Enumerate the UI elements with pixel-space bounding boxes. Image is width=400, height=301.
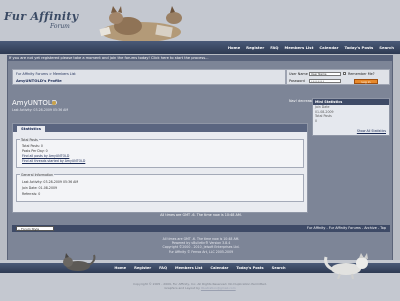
bottom-nav-search[interactable]: Search <box>272 266 286 270</box>
bottom-credit-link[interactable]: Illustration@gmail.com <box>201 286 236 290</box>
tab-statistics[interactable]: Statistics <box>17 125 45 132</box>
profile-last-activity: Last Activity: 03-28-2009 05:36 AM <box>12 108 69 112</box>
site-logo-title[interactable]: Fur Affinity <box>4 10 78 23</box>
profile-username: AmyUNTOLD <box>12 99 58 107</box>
bottom-copyright: Copyright © 2005 - 2009, Fur Affinity, I… <box>0 282 400 290</box>
main-content: Fur Affinity Forums > Members List AmyUN… <box>7 61 393 261</box>
find-all-posts-link[interactable]: Find all posts by AmyUNTOLD <box>22 154 69 158</box>
nav-calendar[interactable]: Calendar <box>319 45 338 50</box>
login-button[interactable]: Log in <box>354 79 378 84</box>
mascot-illustration <box>99 6 182 42</box>
forum-footer-bar: -- Forum Style Fur Affinity - Fur Affini… <box>12 225 390 232</box>
time-note: All times are GMT -6. The time now is 10… <box>160 213 242 217</box>
top-nav-links: Home Register FAQ Members List Calendar … <box>228 41 394 54</box>
bottom-nav-members-list[interactable]: Members List <box>175 266 202 270</box>
general-referrals: Referrals: 0 <box>22 192 41 196</box>
site-logo-subtitle: Forum <box>50 23 70 30</box>
password-field[interactable]: •••••••• <box>309 79 341 83</box>
bottom-credit-label: Graphics and Layout by <box>164 286 200 290</box>
cat-left-illustration <box>63 253 96 271</box>
breadcrumb: Fur Affinity Forums > Members List AmyUN… <box>12 69 286 85</box>
find-all-threads-link[interactable]: Find all threads started by AmyUNTOLD <box>22 159 85 163</box>
show-all-statistics-link[interactable]: Show All Statistics <box>357 129 386 133</box>
footer-links[interactable]: Fur Affinity - Fur Affinity Forums - Arc… <box>307 225 386 232</box>
cat-right-illustration <box>324 253 368 279</box>
top-navbar: Home Register FAQ Members List Calendar … <box>0 41 400 54</box>
bottom-credit-line: Graphics and Layout by Illustration@gmai… <box>0 286 400 290</box>
nav-search[interactable]: Search <box>379 45 394 50</box>
nav-todays-posts[interactable]: Today's Posts <box>344 45 373 50</box>
nav-members-list[interactable]: Members List <box>285 45 314 50</box>
general-join-date: Join Date: 01-08-2009 <box>22 186 58 190</box>
general-last-activity: Last Activity: 03-28-2009 05:36 AM <box>22 180 79 184</box>
nav-faq[interactable]: FAQ <box>270 45 278 50</box>
breadcrumb-current: AmyUNTOLD's Profile <box>16 78 62 83</box>
breadcrumb-path[interactable]: Fur Affinity Forums > Members List <box>16 72 76 76</box>
forum-copyright: All times are GMT -6. The time now is 10… <box>8 237 394 254</box>
total-posts-legend: Total Posts <box>20 138 39 142</box>
general-info-legend: General Information <box>20 173 55 177</box>
style-select-dropdown[interactable]: -- Forum Style <box>16 226 54 231</box>
mini-statistics-panel: Mini Statistics Join Date 01-08-2009 Tot… <box>312 98 390 136</box>
username-field[interactable]: User Name <box>309 72 341 76</box>
bottom-nav-register[interactable]: Register <box>134 266 151 270</box>
tab-bar: Statistics <box>13 124 307 132</box>
username-label: User Name <box>289 72 308 76</box>
profile-nav-link[interactable]: Nav! decrease <box>289 99 314 103</box>
total-posts-value: 0 <box>315 118 318 123</box>
total-posts-count: Total Posts: 0 <box>22 144 43 148</box>
site-header: Fur Affinity Forum Home Register FAQ Mem… <box>0 0 400 54</box>
nav-home[interactable]: Home <box>228 45 240 50</box>
statistics-panel: Statistics Total Posts Total Posts: 0 Po… <box>12 123 308 213</box>
bottom-nav-todays-posts[interactable]: Today's Posts <box>236 266 263 270</box>
password-label: Password <box>289 79 305 83</box>
remember-me-checkbox[interactable] <box>343 72 346 75</box>
total-posts-fieldset: Total Posts Total Posts: 0 Posts Per Day… <box>16 138 304 168</box>
login-form: User Name User Name Remember Me? Passwor… <box>286 69 390 85</box>
bottom-nav-calendar[interactable]: Calendar <box>210 266 228 270</box>
posts-per-day: Posts Per Day: 0 <box>22 149 48 153</box>
remember-me-label: Remember Me? <box>348 72 375 76</box>
nav-register[interactable]: Register <box>246 45 264 50</box>
bottom-nav-home[interactable]: Home <box>114 266 126 270</box>
bottom-nav-faq[interactable]: FAQ <box>159 266 167 270</box>
online-status-icon <box>52 101 56 105</box>
general-info-fieldset: General Information Last Activity: 03-28… <box>16 173 304 202</box>
